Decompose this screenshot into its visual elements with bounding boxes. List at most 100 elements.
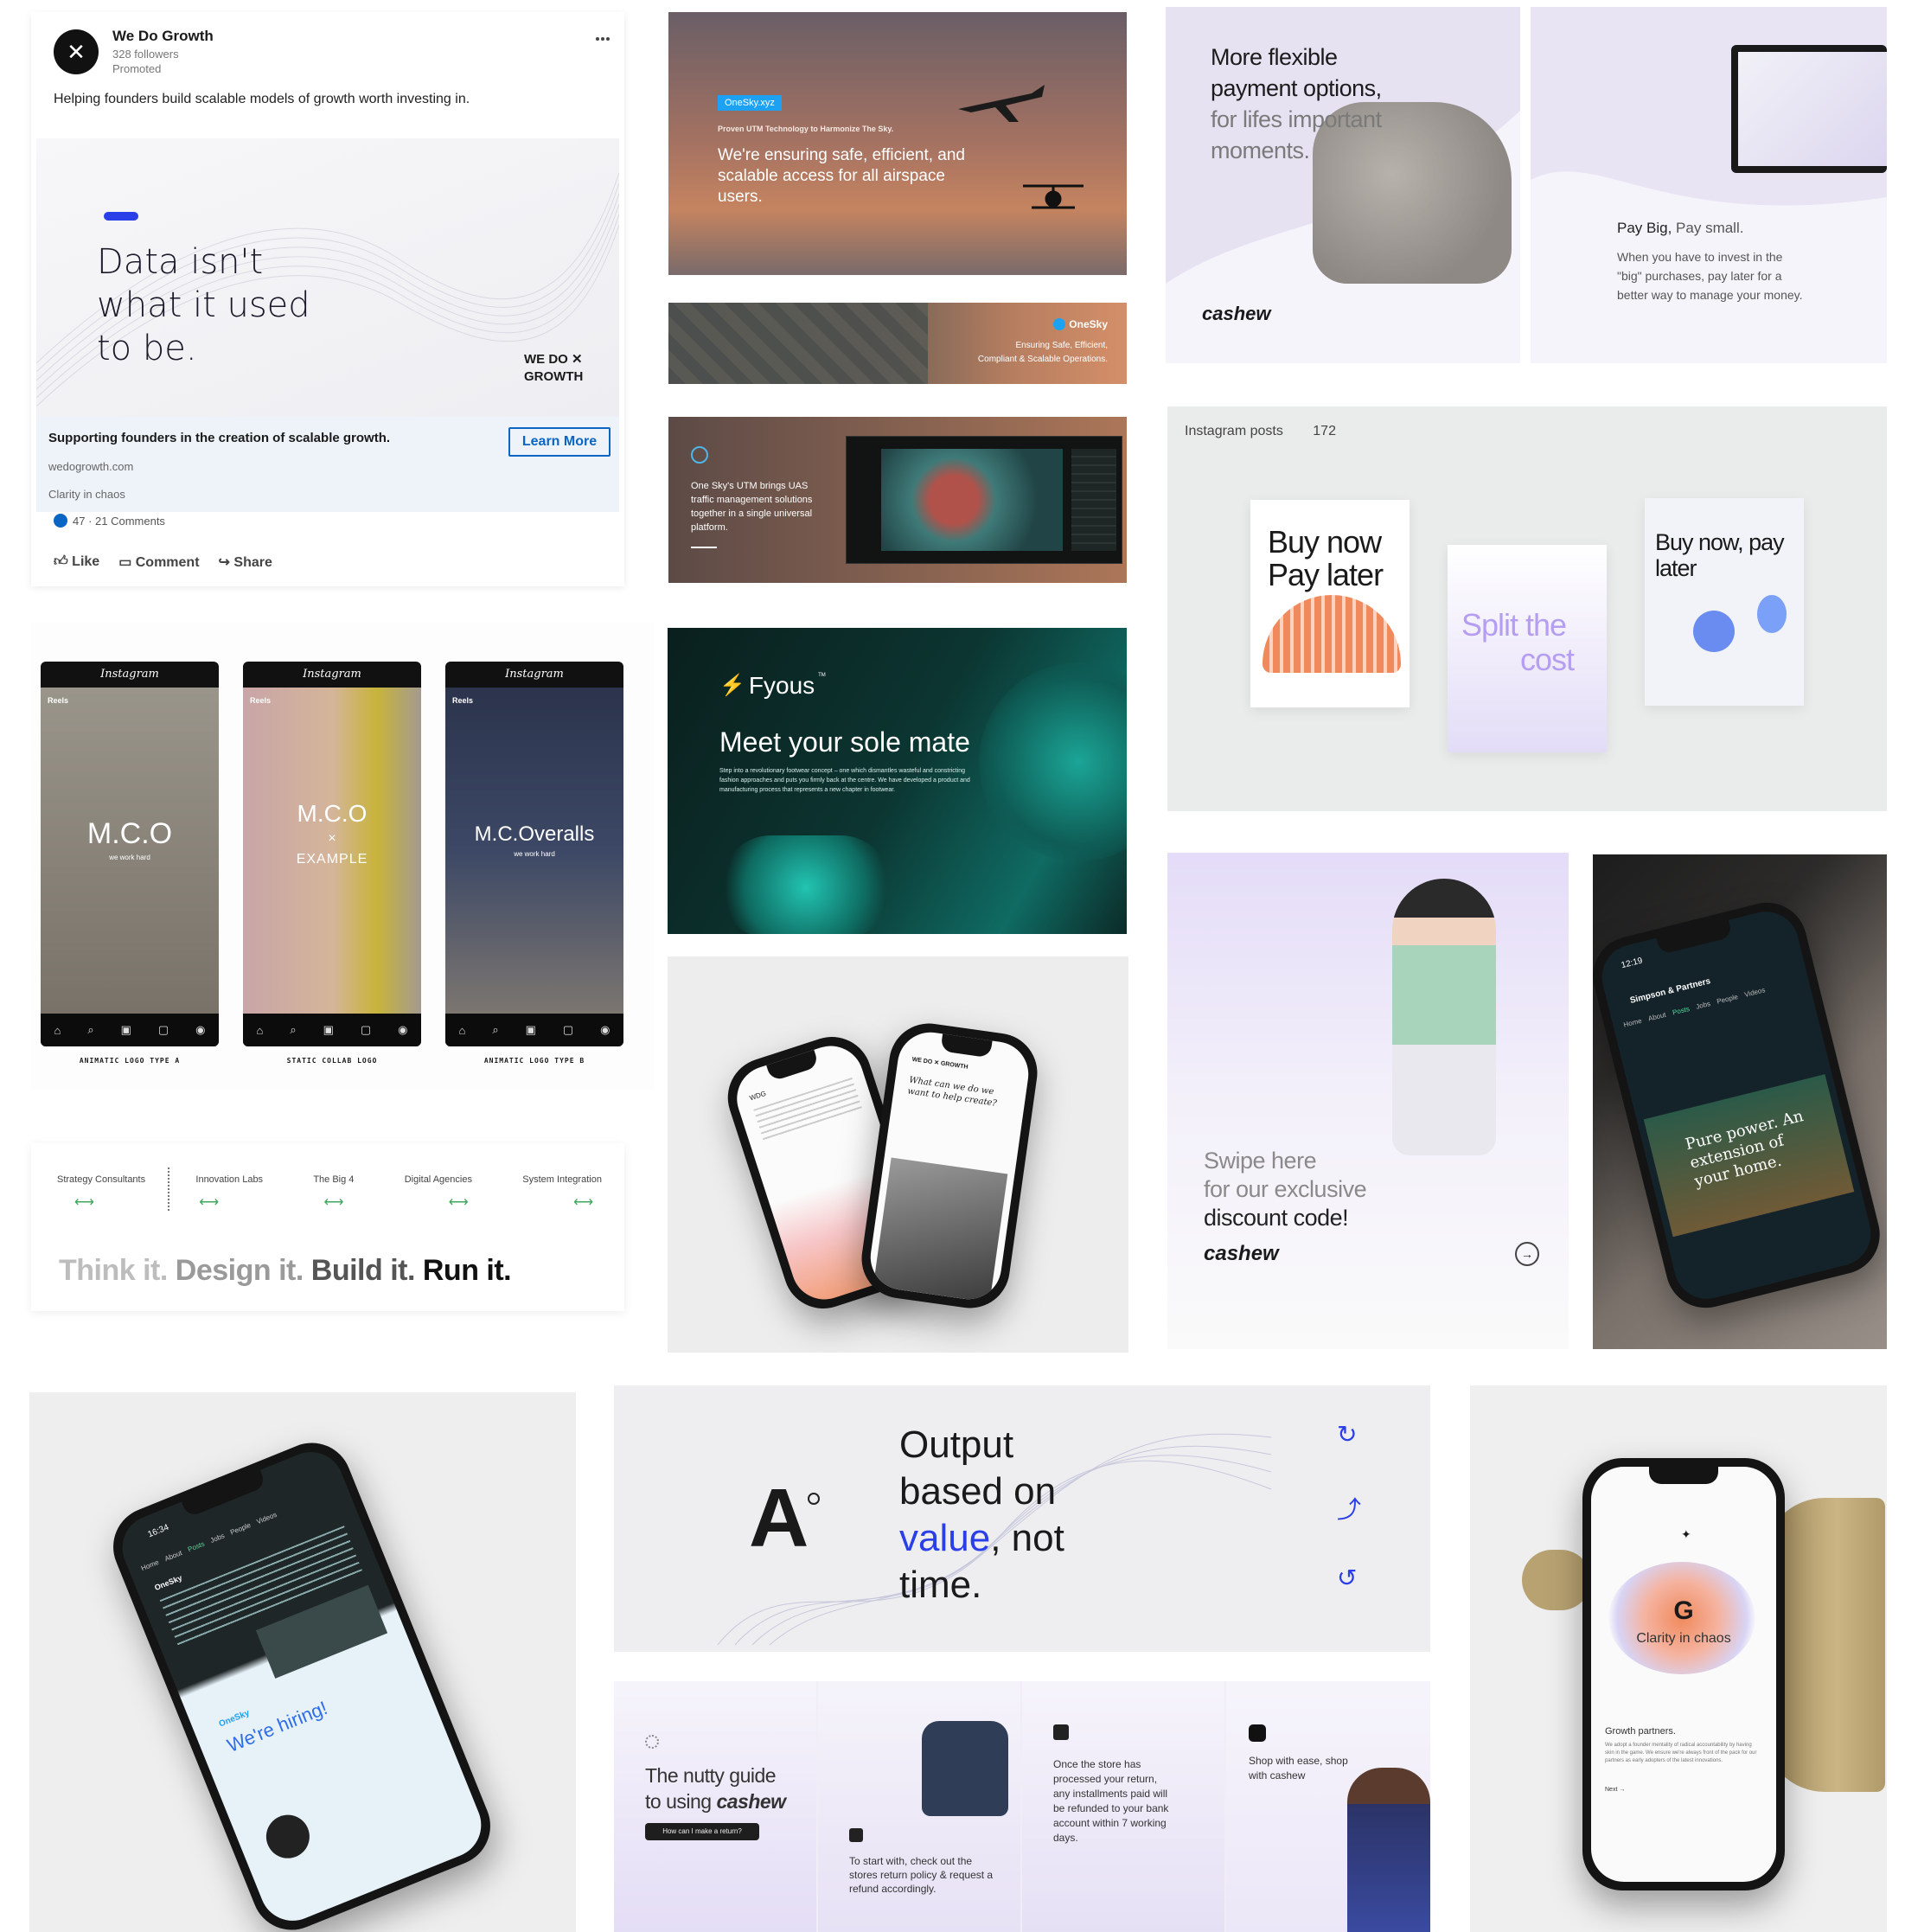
- profile-icon[interactable]: ◉: [600, 1023, 610, 1037]
- tab-about[interactable]: About: [163, 1549, 183, 1563]
- cta-strip: Supporting founders in the creation of s…: [36, 417, 619, 512]
- reels-icon[interactable]: ▣: [526, 1023, 536, 1037]
- guide-brand: cashew: [716, 1790, 786, 1813]
- tab-home[interactable]: Home: [1623, 1017, 1643, 1029]
- chaos-next-link[interactable]: Next →: [1605, 1787, 1625, 1793]
- reel-nav-bar: ⌂ ⌕ ▣ ▢ ◉: [41, 1014, 219, 1046]
- fyous-brand: Fyous: [748, 672, 815, 699]
- reel-title: M.C.O: [297, 800, 368, 827]
- tab-videos[interactable]: Videos: [1743, 986, 1766, 999]
- company-name[interactable]: We Do Growth: [112, 28, 214, 45]
- reels-icon[interactable]: ▣: [121, 1023, 131, 1037]
- post-3-headline: Buy now, pay later: [1655, 529, 1785, 581]
- swipe-discount-card[interactable]: Swipe here for our exclusive discount co…: [1167, 853, 1569, 1349]
- shop-icon[interactable]: ▢: [158, 1023, 169, 1037]
- arrow-right-circle-icon[interactable]: →: [1515, 1242, 1539, 1266]
- sneaker-sole-image: [719, 835, 892, 934]
- post-1-headline: Buy now Pay later: [1268, 524, 1384, 592]
- hiring-phone-card: 16:34 Home About Posts Jobs People Video…: [29, 1392, 576, 1932]
- follower-count: 328 followers: [112, 48, 179, 61]
- onesky-thin-banner[interactable]: OneSky Ensuring Safe, Efficient, Complia…: [668, 303, 1127, 384]
- post-media[interactable]: Data isn't what it used to be. WE DO ✕ G…: [36, 138, 619, 417]
- strategy-item-3: The Big 4: [313, 1174, 355, 1185]
- comment-icon: ▭: [118, 555, 136, 570]
- company-avatar[interactable]: ✕: [54, 29, 99, 74]
- reaction-count[interactable]: 47 · 21 Comments: [73, 515, 165, 528]
- cart-icon: [1053, 1724, 1069, 1740]
- more-options-icon[interactable]: [595, 29, 610, 45]
- cashew-hero-left[interactable]: More flexible payment options, for lifes…: [1166, 7, 1520, 363]
- post-card-2[interactable]: Split the cost: [1448, 545, 1607, 752]
- simpson-phone[interactable]: 12:19 Simpson & Partners Home About Post…: [1593, 894, 1887, 1316]
- reel-card-1[interactable]: Instagram Reels M.C.O we work hard ⌂ ⌕ ▣ ▢ ◉: [41, 662, 219, 1046]
- chaos-phone[interactable]: ✦ G Clarity in chaos Growth partners. We…: [1582, 1458, 1785, 1890]
- cashew-hero-right[interactable]: Pay Big, Pay small. When you have to inv…: [1531, 7, 1887, 363]
- instagram-posts-label: Instagram posts: [1185, 424, 1283, 438]
- guide-panel-4[interactable]: Shop with ease, shop with cashew: [1226, 1681, 1430, 1932]
- home-icon[interactable]: ⌂: [256, 1024, 263, 1037]
- sparkle-icon: ✦: [1681, 1527, 1691, 1541]
- statue-photo: [873, 1157, 1008, 1303]
- guide-panel-2[interactable]: To start with, check out the stores retu…: [818, 1681, 1020, 1932]
- home-icon[interactable]: ⌂: [54, 1024, 61, 1037]
- guide-panel-3[interactable]: Once the store has processed your return…: [1022, 1681, 1224, 1932]
- home-icon[interactable]: ⌂: [458, 1024, 465, 1037]
- tab-jobs[interactable]: Jobs: [209, 1532, 226, 1545]
- post-card-1[interactable]: Buy now Pay later: [1250, 500, 1410, 707]
- reel-card-2[interactable]: Instagram Reels M.C.O × EXAMPLE ⌂ ⌕ ▣ ▢ ◉: [243, 662, 421, 1046]
- guide-pill-button[interactable]: How can I make a return?: [645, 1823, 759, 1840]
- utm-dashboard-screenshot: [846, 436, 1122, 564]
- fyous-banner[interactable]: ⚡ Fyous TM Meet your sole mate Step into…: [668, 628, 1127, 934]
- onesky-hero-banner[interactable]: OneSky.xyz Proven UTM Technology to Harm…: [668, 12, 1127, 275]
- tab-jobs[interactable]: Jobs: [1695, 1000, 1711, 1011]
- reels-tab[interactable]: Reels: [250, 696, 271, 705]
- tab-videos[interactable]: Videos: [255, 1511, 278, 1526]
- learn-more-button[interactable]: Learn More: [508, 427, 610, 457]
- tagline-run: Run it.: [422, 1254, 512, 1287]
- tab-posts[interactable]: Posts: [1672, 1005, 1691, 1017]
- curved-arrow-icon: ↻: [1337, 1421, 1358, 1448]
- share-button[interactable]: ↪ Share: [219, 553, 272, 571]
- search-icon[interactable]: ⌕: [492, 1023, 498, 1037]
- post-body: Helping founders build scalable models o…: [54, 92, 470, 106]
- output-line-3: , not: [990, 1517, 1064, 1559]
- phone-left-text-lines: [753, 1077, 863, 1142]
- onesky-platform-banner[interactable]: One Sky's UTM brings UAS traffic managem…: [668, 417, 1127, 583]
- guide-panel-1[interactable]: The nutty guide to using cashew How can …: [614, 1681, 816, 1932]
- chaos-tagline: Clarity in chaos: [1636, 1631, 1731, 1646]
- phone-right[interactable]: WE DO ✕ GROWTH What can we do we want to…: [856, 1018, 1043, 1314]
- reels-icon[interactable]: ▣: [323, 1023, 334, 1037]
- reel-title: M.C.Overalls: [474, 822, 595, 846]
- search-icon[interactable]: ⌕: [290, 1023, 296, 1037]
- shop-icon[interactable]: ▢: [361, 1023, 371, 1037]
- tab-posts[interactable]: Posts: [187, 1540, 206, 1554]
- tab-home[interactable]: Home: [140, 1558, 160, 1572]
- reels-tab[interactable]: Reels: [452, 696, 473, 705]
- post-2-line-a: Split the: [1461, 607, 1567, 643]
- reel-title: M.C.O: [86, 817, 173, 850]
- comment-button[interactable]: ▭ Comment: [118, 553, 199, 571]
- headline-line-1: Data isn't: [97, 242, 264, 282]
- reel-caption-2: STATIC COLLAB LOGO: [286, 1057, 378, 1065]
- arrow-icon: ⟷: [448, 1195, 469, 1210]
- tab-people[interactable]: People: [229, 1521, 252, 1537]
- brand-mark-line-1: WE DO ✕: [524, 352, 583, 367]
- profile-icon[interactable]: ◉: [195, 1023, 205, 1037]
- chaos-phone-card: ✦ G Clarity in chaos Growth partners. We…: [1470, 1385, 1887, 1932]
- reel-card-3[interactable]: Instagram Reels M.C.Overalls we work har…: [445, 662, 623, 1046]
- onesky-banner-line2: Compliant & Scalable Operations.: [977, 355, 1108, 364]
- strategy-item-5: System Integration: [522, 1174, 602, 1185]
- tab-about[interactable]: About: [1647, 1011, 1666, 1023]
- instagram-posts-panel: Instagram posts 172 Buy now Pay later Sp…: [1167, 406, 1887, 811]
- onesky-phone[interactable]: 16:34 Home About Posts Jobs People Video…: [101, 1430, 502, 1932]
- like-button[interactable]: 👍︎ Like: [54, 553, 99, 571]
- post-card-3[interactable]: Buy now, pay later: [1645, 498, 1804, 706]
- profile-icon[interactable]: ◉: [398, 1023, 407, 1037]
- reels-tab[interactable]: Reels: [48, 696, 68, 705]
- output-glyph-dot: [808, 1493, 820, 1505]
- output-glyph: A: [749, 1472, 809, 1564]
- tab-people[interactable]: People: [1716, 993, 1738, 1006]
- shop-icon[interactable]: ▢: [563, 1023, 573, 1037]
- search-icon[interactable]: ⌕: [87, 1023, 93, 1037]
- cta-url[interactable]: wedogrowth.com: [48, 460, 133, 473]
